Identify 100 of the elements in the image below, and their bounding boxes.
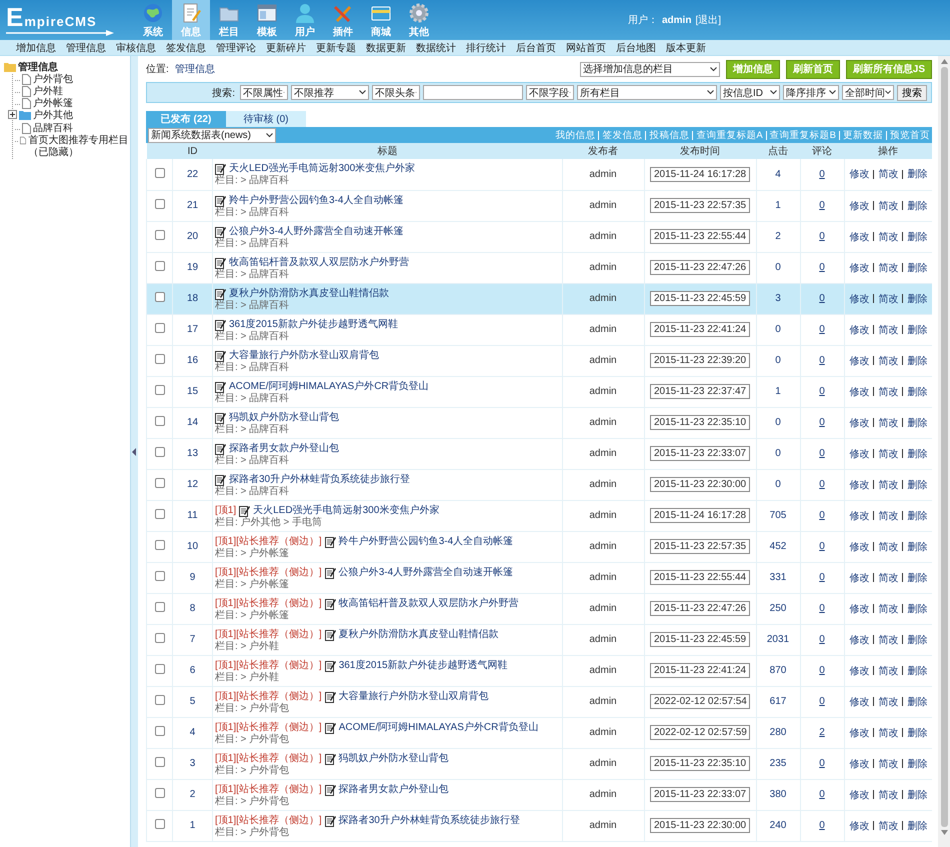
row-action-link[interactable]: 修改 bbox=[849, 232, 870, 242]
title-link[interactable]: 361度2015新款户外徒步越野透气网鞋 bbox=[229, 318, 398, 330]
time-field[interactable]: 2015-11-23 22:41:24 bbox=[650, 663, 750, 678]
title-link[interactable]: 361度2015新款户外徒步越野透气网鞋 bbox=[338, 658, 508, 672]
row-action-link[interactable]: 简改 bbox=[878, 232, 898, 242]
table-row[interactable]: 15 ACOME/阿珂姆HIMALAYAS户外CR背负登山 栏目: > 品牌百科 admin 2015-11-23 22:37:47 1 0 修改 简改 删除 bbox=[146, 376, 932, 407]
row-action-link[interactable]: 简改 bbox=[878, 696, 898, 708]
table-row[interactable]: 2 [顶1][站长推荐（侧边）] 探路者男女款户外登山包 栏目: > 户外背包 admin 2015-11-23 22:33:07 380 0 修改 简改 删除 bbox=[146, 779, 932, 810]
title-link[interactable]: 羚牛户外野营公园钓鱼3-4人全自动帐篷 bbox=[229, 194, 404, 206]
time-field[interactable]: 2015-11-23 22:33:07 bbox=[650, 787, 750, 802]
filter-select[interactable]: 不限属性 bbox=[240, 85, 288, 100]
sub-nav-link[interactable]: 数据更新 bbox=[366, 40, 406, 54]
table-row[interactable]: 13 探路者男女款户外登山包 栏目: > 品牌百科 admin 2015-11-23 22:33:07 0 0 修改 简改 删除 bbox=[146, 438, 932, 469]
comments-link[interactable]: 0 bbox=[819, 572, 825, 583]
table-row[interactable]: 17 361度2015新款户外徒步越野透气网鞋 栏目: > 品牌百科 admin 2015-11-23 22:41:24 0 0 修改 简改 删除 bbox=[146, 314, 932, 345]
row-action-link[interactable]: 简改 bbox=[878, 356, 898, 366]
sub-nav-link[interactable]: 增加信息 bbox=[16, 40, 56, 54]
row-action-link[interactable]: 删除 bbox=[907, 200, 928, 212]
time-field[interactable]: 2022-02-12 02:57:54 bbox=[650, 694, 750, 709]
table-row[interactable]: 21 羚牛户外野营公园钓鱼3-4人全自动帐篷 栏目: > 品牌百科 admin 2015-11-23 22:57:35 1 0 修改 简改 删除 bbox=[146, 190, 932, 221]
sub-nav-link[interactable]: 更新专题 bbox=[316, 40, 356, 54]
row-action-link[interactable]: 修改 bbox=[849, 696, 870, 708]
filter-select[interactable]: 全部时间 bbox=[842, 85, 894, 100]
title-link[interactable]: 夏秋户外防滑防水真皮登山鞋情侣款 bbox=[338, 628, 499, 640]
tree-item[interactable]: 户外鞋 bbox=[33, 86, 63, 98]
comments-link[interactable]: 0 bbox=[819, 603, 825, 614]
time-field[interactable]: 2015-11-23 22:30:00 bbox=[650, 818, 750, 833]
time-field[interactable]: 2015-11-23 22:37:47 bbox=[650, 384, 750, 399]
table-row[interactable]: 16 大容量旅行户外防水登山双肩背包 栏目: > 品牌百科 admin 2015-11-23 22:39:20 0 0 修改 简改 删除 bbox=[146, 345, 932, 376]
scroll-thumb[interactable] bbox=[940, 67, 948, 827]
sub-nav-link[interactable]: 排行统计 bbox=[466, 40, 506, 54]
time-field[interactable]: 2015-11-23 22:57:35 bbox=[650, 198, 750, 213]
search-field[interactable] bbox=[423, 85, 523, 100]
comments-link[interactable]: 0 bbox=[819, 417, 825, 428]
row-checkbox[interactable] bbox=[154, 695, 164, 705]
row-checkbox[interactable] bbox=[154, 230, 164, 240]
row-checkbox[interactable] bbox=[154, 664, 164, 674]
time-field[interactable]: 2015-11-23 22:55:44 bbox=[650, 570, 750, 585]
time-field[interactable]: 2015-11-24 16:17:28 bbox=[650, 166, 750, 182]
comments-link[interactable]: 0 bbox=[819, 510, 825, 521]
title-link[interactable]: 大容量旅行户外防水登山双肩背包 bbox=[338, 690, 489, 702]
sub-nav-link[interactable]: 后台地图 bbox=[616, 40, 656, 54]
comments-link[interactable]: 0 bbox=[819, 479, 825, 490]
comments-link[interactable]: 0 bbox=[819, 231, 825, 242]
time-field[interactable]: 2015-11-23 22:41:24 bbox=[650, 322, 750, 337]
row-action-link[interactable]: 修改 bbox=[849, 790, 870, 800]
row-action-link[interactable]: 删除 bbox=[907, 728, 928, 738]
table-row[interactable]: 6 [顶1][站长推荐（侧边）] 361度2015新款户外徒步越野透气网鞋 栏目: > 户外鞋 admin 2015-11-23 22:41:24 870 0 修改 简改 删除 bbox=[146, 655, 932, 686]
time-field[interactable]: 2015-11-23 22:57:35 bbox=[650, 539, 750, 554]
filter-select[interactable]: 不限字段 bbox=[526, 85, 574, 100]
row-checkbox[interactable] bbox=[154, 447, 164, 457]
comments-link[interactable]: 0 bbox=[819, 541, 825, 552]
table-row[interactable]: 22 天火LED强光手电筒远射300米变焦户外家 栏目: > 品牌百科 admin 2015-11-24 16:17:28 4 0 修改 简改 删除 bbox=[146, 159, 932, 190]
row-checkbox[interactable] bbox=[154, 571, 164, 581]
row-action-link[interactable]: 修改 bbox=[849, 820, 870, 832]
title-link[interactable]: 探路者30升户外林蛙背负系统徒步旅行登 bbox=[338, 814, 520, 826]
filter-select[interactable]: 不限头条 bbox=[372, 85, 420, 100]
row-action-link[interactable]: 修改 bbox=[849, 604, 870, 614]
row-action-link[interactable]: 修改 bbox=[849, 510, 870, 522]
row-checkbox[interactable] bbox=[154, 323, 164, 333]
row-checkbox[interactable] bbox=[154, 478, 164, 488]
row-action-link[interactable]: 删除 bbox=[907, 232, 928, 242]
comments-link[interactable]: 0 bbox=[819, 665, 825, 676]
comments-link[interactable]: 0 bbox=[819, 355, 825, 366]
row-action-link[interactable]: 删除 bbox=[907, 418, 928, 428]
table-row[interactable]: 9 [顶1][站长推荐（侧边）] 公狼户外3-4人野外露营全自动速开帐篷 栏目: > 户外帐篷 admin 2015-11-23 22:55:44 331 0 修改 简改 删除 bbox=[146, 562, 932, 593]
row-checkbox[interactable] bbox=[154, 261, 164, 271]
title-link[interactable]: 犸凯奴户外防水登山背包 bbox=[229, 410, 339, 424]
title-link[interactable]: 牧高笛铝杆普及款双人双层防水户外野营 bbox=[338, 596, 519, 610]
row-action-link[interactable]: 简改 bbox=[878, 510, 898, 522]
row-action-link[interactable]: 简改 bbox=[878, 820, 898, 832]
table-row[interactable]: 5 [顶1][站长推荐（侧边）] 大容量旅行户外防水登山双肩背包 栏目: > 户外背包 admin 2022-02-12 02:57:54 617 0 修改 简改 删除 bbox=[146, 686, 932, 717]
row-action-link[interactable]: 简改 bbox=[878, 728, 898, 738]
time-field[interactable]: 2015-11-23 22:45:59 bbox=[650, 632, 750, 647]
comments-link[interactable]: 0 bbox=[819, 200, 825, 211]
comments-link[interactable]: 0 bbox=[819, 789, 825, 800]
row-action-link[interactable]: 修改 bbox=[849, 324, 870, 336]
table-row[interactable]: 8 [顶1][站长推荐（侧边）] 牧高笛铝杆普及款双人双层防水户外野营 栏目: > 户外帐篷 admin 2015-11-23 22:47:26 250 0 修改 简改 删除 bbox=[146, 593, 932, 624]
filter-select[interactable]: 不限推荐 bbox=[291, 85, 369, 100]
tree-item[interactable]: 品牌百科 bbox=[33, 123, 73, 135]
sub-nav-link[interactable]: 更新碎片 bbox=[266, 40, 306, 54]
row-checkbox[interactable] bbox=[154, 819, 164, 829]
title-link[interactable]: 牧高笛铝杆普及款双人双层防水户外野营 bbox=[229, 256, 409, 268]
row-action-link[interactable]: 简改 bbox=[878, 262, 898, 274]
row-action-link[interactable]: 删除 bbox=[907, 356, 928, 366]
sub-nav-link[interactable]: 签发信息 bbox=[166, 40, 206, 54]
row-action-link[interactable]: 简改 bbox=[878, 542, 898, 552]
time-field[interactable]: 2015-11-23 22:39:20 bbox=[650, 353, 750, 368]
row-action-link[interactable]: 简改 bbox=[878, 169, 898, 180]
row-action-link[interactable]: 修改 bbox=[849, 634, 870, 646]
row-action-link[interactable]: 删除 bbox=[907, 790, 928, 800]
row-action-link[interactable]: 简改 bbox=[878, 604, 898, 614]
row-action-link[interactable]: 删除 bbox=[907, 666, 928, 676]
row-checkbox[interactable] bbox=[154, 385, 164, 395]
search-button[interactable]: 搜索 bbox=[897, 84, 927, 100]
row-action-link[interactable]: 修改 bbox=[849, 418, 870, 428]
row-action-link[interactable]: 简改 bbox=[878, 666, 898, 676]
row-action-link[interactable]: 修改 bbox=[849, 200, 870, 212]
tree-root[interactable]: 管理信息 bbox=[18, 60, 58, 74]
comments-link[interactable]: 0 bbox=[819, 634, 825, 645]
